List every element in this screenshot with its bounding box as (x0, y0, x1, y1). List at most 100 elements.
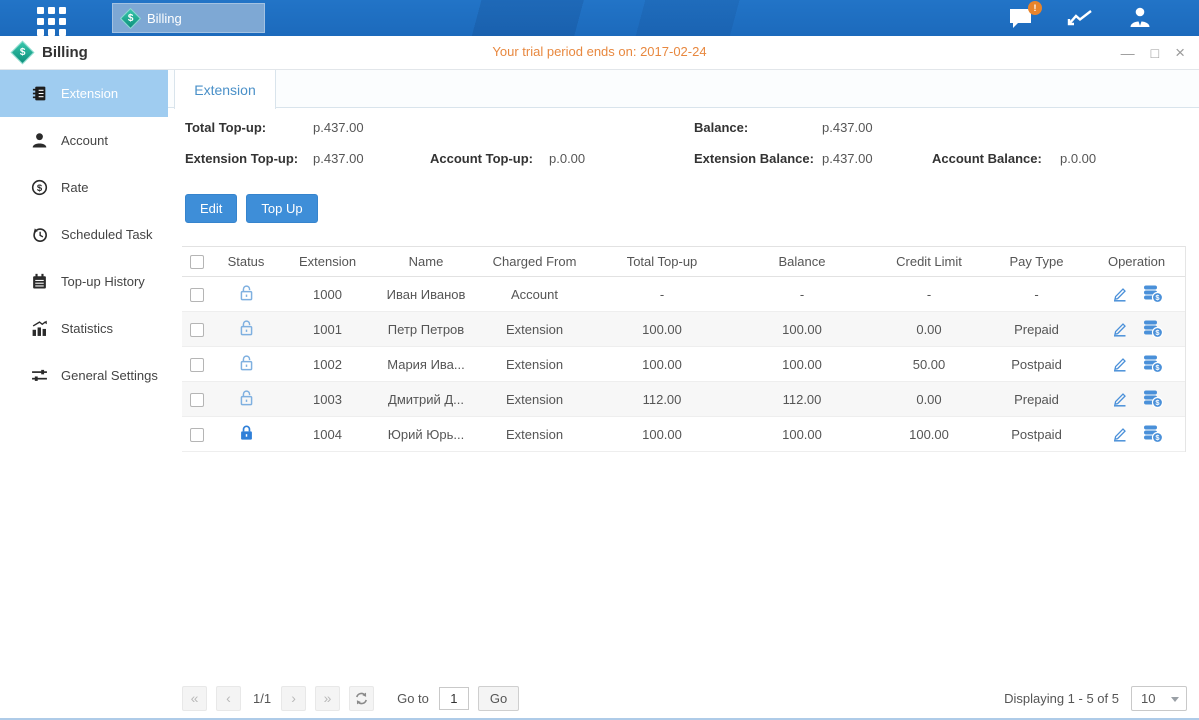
cell-balance: - (732, 287, 872, 302)
lock-open-icon[interactable] (238, 284, 255, 302)
sidebar-item-label: Account (61, 133, 108, 148)
dollar-circle-icon: $ (31, 179, 48, 196)
main-content: Extension Total Top-up: p.437.00 Balance… (168, 70, 1199, 718)
calendar-icon (31, 273, 48, 290)
cell-credit-limit: 100.00 (872, 427, 986, 442)
summary-extension-top-up: Extension Top-up: p.437.00 (185, 150, 364, 168)
row-checkbox[interactable] (190, 323, 204, 337)
sidebar-item-label: Extension (61, 86, 118, 101)
cell-total-top-up: 112.00 (592, 392, 732, 407)
cell-extension: 1004 (280, 427, 375, 442)
sidebar-item-label: Statistics (61, 321, 113, 336)
top-up-icon[interactable]: $ (1143, 355, 1163, 373)
column-header: Pay Type (986, 254, 1087, 269)
cell-extension: 1003 (280, 392, 375, 407)
sidebar-item-scheduled-task[interactable]: Scheduled Task (0, 211, 168, 258)
app-grid-icon[interactable] (37, 7, 66, 36)
tab-extension[interactable]: Extension (174, 70, 276, 109)
top-up-button[interactable]: Top Up (246, 194, 317, 223)
sidebar-item-extension[interactable]: Extension (0, 70, 168, 117)
trial-notice: Your trial period ends on: 2017-02-24 (0, 36, 1199, 68)
summary-extension-balance: Extension Balance: p.437.00 (694, 150, 873, 168)
lock-closed-icon[interactable] (238, 424, 255, 442)
edit-icon[interactable] (1111, 356, 1128, 372)
sidebar-item-label: Rate (61, 180, 88, 195)
sidebar-item-rate[interactable]: $ Rate (0, 164, 168, 211)
top-up-icon[interactable]: $ (1143, 390, 1163, 408)
taskbar-billing-label: Billing (147, 11, 182, 26)
cell-operation: $ (1087, 355, 1186, 373)
reports-chart-icon[interactable] (1067, 7, 1095, 29)
summary-account-balance: Account Balance: p.0.00 (932, 150, 1096, 168)
history-clock-icon (31, 226, 48, 243)
column-header: Total Top-up (592, 254, 732, 269)
topbar: $ Billing ! (0, 0, 1199, 36)
row-checkbox[interactable] (190, 428, 204, 442)
next-page-button[interactable]: › (281, 686, 306, 711)
taskbar-billing-button[interactable]: $ Billing (112, 3, 265, 33)
goto-page-input[interactable] (439, 687, 469, 710)
last-page-button[interactable]: » (315, 686, 340, 711)
column-header: Name (375, 254, 477, 269)
select-all-checkbox[interactable] (190, 255, 204, 269)
user-account-icon[interactable] (1127, 6, 1153, 30)
cell-charged-from: Extension (477, 427, 592, 442)
sidebar-item-general-settings[interactable]: General Settings (0, 352, 168, 399)
cell-name: Дмитрий Д... (375, 392, 477, 407)
person-icon (31, 132, 48, 149)
notification-badge: ! (1028, 1, 1042, 15)
cell-charged-from: Extension (477, 357, 592, 372)
go-button[interactable]: Go (478, 686, 519, 711)
messages-icon[interactable]: ! (1008, 6, 1035, 30)
summary-account-top-up: Account Top-up: p.0.00 (430, 150, 585, 168)
tab-bar: Extension (168, 70, 1199, 108)
maximize-button[interactable]: □ (1151, 45, 1159, 61)
row-checkbox[interactable] (190, 358, 204, 372)
cell-pay-type: Postpaid (986, 427, 1087, 442)
edit-icon[interactable] (1111, 391, 1128, 407)
cell-name: Мария Ива... (375, 357, 477, 372)
cell-operation: $ (1087, 390, 1186, 408)
top-up-icon[interactable]: $ (1143, 285, 1163, 303)
cell-total-top-up: 100.00 (592, 427, 732, 442)
prev-page-button[interactable]: ‹ (216, 686, 241, 711)
extension-table: StatusExtensionNameCharged FromTotal Top… (182, 246, 1186, 452)
refresh-icon[interactable] (349, 686, 374, 711)
cell-charged-from: Extension (477, 392, 592, 407)
row-checkbox[interactable] (190, 393, 204, 407)
sidebar-item-label: General Settings (61, 368, 158, 383)
edit-icon[interactable] (1111, 426, 1128, 442)
top-up-icon[interactable]: $ (1143, 425, 1163, 443)
row-checkbox[interactable] (190, 288, 204, 302)
cell-pay-type: Prepaid (986, 392, 1087, 407)
cell-extension: 1000 (280, 287, 375, 302)
minimize-button[interactable]: — (1121, 45, 1135, 61)
column-header: Credit Limit (872, 254, 986, 269)
edit-icon[interactable] (1111, 286, 1128, 302)
cell-pay-type: - (986, 287, 1087, 302)
cell-total-top-up: 100.00 (592, 357, 732, 372)
sidebar-item-top-up-history[interactable]: Top-up History (0, 258, 168, 305)
bar-chart-icon (31, 320, 48, 337)
lock-open-icon[interactable] (238, 319, 255, 337)
close-button[interactable]: × (1175, 43, 1185, 63)
page-size-select[interactable]: 10 (1131, 686, 1187, 711)
first-page-button[interactable]: « (182, 686, 207, 711)
lock-open-icon[interactable] (238, 389, 255, 407)
cell-pay-type: Prepaid (986, 322, 1087, 337)
column-header: Balance (732, 254, 872, 269)
edit-button[interactable]: Edit (185, 194, 237, 223)
sidebar-item-statistics[interactable]: Statistics (0, 305, 168, 352)
cell-operation: $ (1087, 320, 1186, 338)
cell-balance: 100.00 (732, 427, 872, 442)
cell-extension: 1002 (280, 357, 375, 372)
lock-open-icon[interactable] (238, 354, 255, 372)
cell-total-top-up: - (592, 287, 732, 302)
svg-text:$: $ (37, 183, 43, 194)
sidebar-item-account[interactable]: Account (0, 117, 168, 164)
top-up-icon[interactable]: $ (1143, 320, 1163, 338)
edit-icon[interactable] (1111, 321, 1128, 337)
cell-name: Иван Иванов (375, 287, 477, 302)
table-row: 1002Мария Ива...Extension100.00100.0050.… (182, 347, 1185, 382)
column-header: Status (212, 254, 280, 269)
